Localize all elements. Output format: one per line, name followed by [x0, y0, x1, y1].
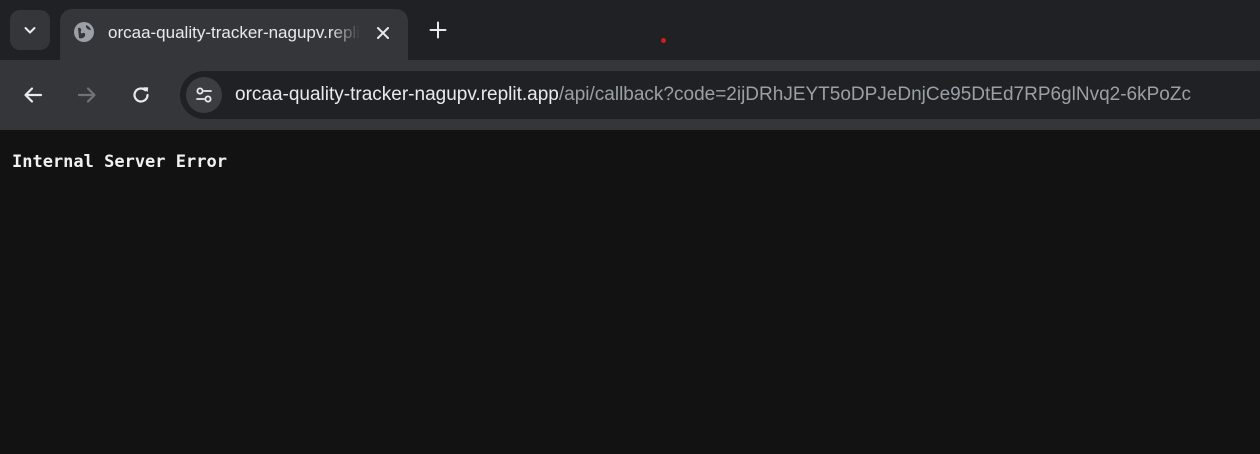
error-message: Internal Server Error — [12, 152, 227, 172]
page-content: Internal Server Error — [0, 130, 1260, 454]
new-tab-button[interactable] — [422, 14, 454, 46]
tab-close-button[interactable] — [370, 20, 396, 46]
tune-icon — [196, 87, 212, 103]
back-button[interactable] — [14, 76, 52, 114]
tab-title: orcaa-quality-tracker-nagupv.replit.app/… — [108, 23, 360, 42]
reload-button[interactable] — [122, 76, 160, 114]
plus-icon — [429, 21, 447, 39]
reload-icon — [133, 87, 149, 103]
url-host: orcaa-quality-tracker-nagupv.replit.app — [235, 84, 559, 105]
forward-arrow-icon — [77, 87, 96, 103]
chevron-down-icon — [24, 27, 36, 34]
tab-search-button[interactable] — [10, 10, 50, 50]
address-bar[interactable]: orcaa-quality-tracker-nagupv.replit.app/… — [180, 71, 1260, 119]
tab-strip: orcaa-quality-tracker-nagupv.replit.app/… — [0, 0, 1260, 60]
forward-button[interactable] — [68, 76, 106, 114]
back-arrow-icon — [24, 87, 43, 103]
red-dot-marker — [661, 38, 666, 43]
close-icon — [377, 27, 389, 39]
url-text[interactable]: orcaa-quality-tracker-nagupv.replit.app/… — [235, 83, 1191, 107]
site-info-button[interactable] — [186, 77, 222, 113]
active-tab[interactable]: orcaa-quality-tracker-nagupv.replit.app/… — [60, 9, 408, 60]
browser-toolbar: orcaa-quality-tracker-nagupv.replit.app/… — [0, 60, 1260, 130]
url-path: /api/callback?code=2ijDRhJEYT5oDPJeDnjCe… — [558, 84, 1191, 105]
globe-icon — [74, 22, 94, 42]
